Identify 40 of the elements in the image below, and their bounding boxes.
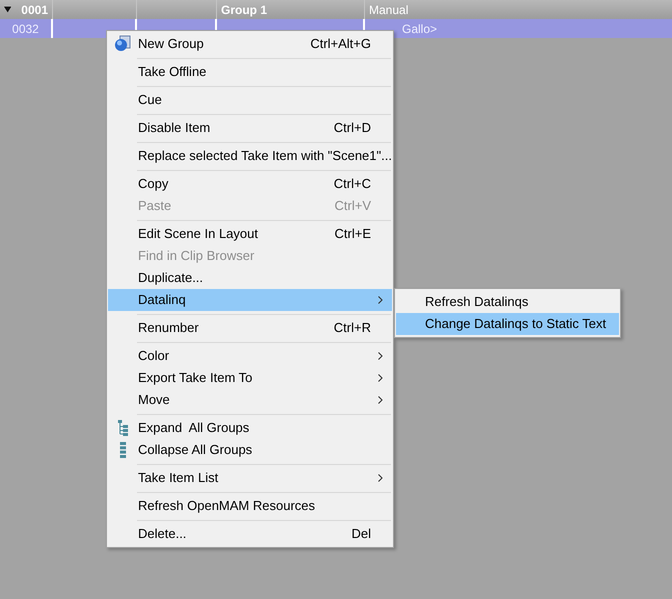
- chevron-right-icon: [378, 296, 383, 304]
- shortcut-label: Ctrl+D: [334, 119, 371, 138]
- menu-item[interactable]: Cue: [108, 89, 392, 111]
- shortcut-label: Del: [351, 525, 371, 544]
- menu-item[interactable]: Copy Ctrl+C: [108, 173, 392, 195]
- menu-item[interactable]: Edit Scene In Layout Ctrl+E: [108, 223, 392, 245]
- menu-item[interactable]: Change Datalinqs to Static Text: [396, 313, 619, 335]
- globe-icon: [114, 35, 132, 53]
- chevron-right-icon: [378, 474, 383, 482]
- menu-item[interactable]: Color: [108, 345, 392, 367]
- shortcut-label: Ctrl+C: [334, 175, 371, 194]
- shortcut-label: Ctrl+E: [334, 225, 371, 244]
- menu-item[interactable]: Take Item List: [108, 467, 392, 489]
- menu-item[interactable]: Replace selected Take Item with "Scene1"...: [108, 145, 392, 167]
- table-cell-text: 0032: [12, 20, 39, 38]
- tree-expand-icon: [118, 420, 128, 436]
- menu-item[interactable]: Duplicate...: [108, 267, 392, 289]
- shortcut-label: Ctrl+R: [334, 319, 371, 338]
- menu-item[interactable]: Export Take Item To: [108, 367, 392, 389]
- table-cell-text: Group 1: [221, 2, 268, 18]
- menu-item[interactable]: Disable Item Ctrl+D: [108, 117, 392, 139]
- table-cell-text: Gallo>: [402, 20, 438, 38]
- shortcut-label: Ctrl+Alt+G: [310, 35, 371, 54]
- shortcut-label: Ctrl+V: [334, 197, 371, 216]
- menu-item[interactable]: Take Offline: [108, 61, 392, 83]
- menu-item[interactable]: Datalinq: [108, 289, 392, 311]
- menu-item[interactable]: Refresh OpenMAM Resources: [108, 495, 392, 517]
- chevron-right-icon: [378, 374, 383, 382]
- menu-item[interactable]: Refresh Datalinqs: [396, 291, 619, 313]
- menu-item[interactable]: Expand All Groups: [108, 417, 392, 439]
- menu-item[interactable]: Collapse All Groups: [108, 439, 392, 461]
- table-cell-text: Manual: [369, 2, 408, 18]
- table-cell-text: 0001: [21, 2, 48, 18]
- tree-collapse-icon: [120, 442, 126, 458]
- menu-item[interactable]: Move: [108, 389, 392, 411]
- menu-item[interactable]: Renumber Ctrl+R: [108, 317, 392, 339]
- collapse-triangle-icon[interactable]: [4, 6, 12, 13]
- menu-item[interactable]: Delete... Del: [108, 523, 392, 545]
- chevron-right-icon: [378, 352, 383, 360]
- chevron-right-icon: [378, 396, 383, 404]
